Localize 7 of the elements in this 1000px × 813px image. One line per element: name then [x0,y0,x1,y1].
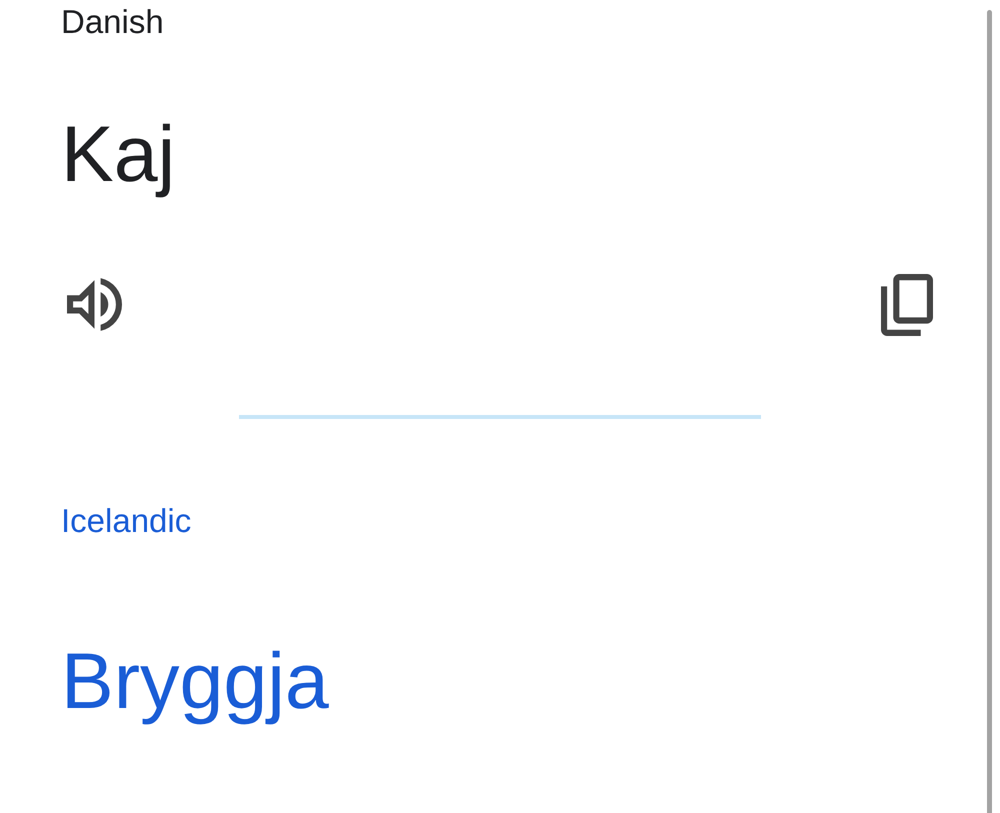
source-language-label: Danish [61,3,164,41]
scrollbar-thumb[interactable] [987,10,992,813]
source-text: Kaj [61,108,176,200]
speaker-icon[interactable] [67,278,122,332]
copy-icon[interactable] [881,274,933,336]
target-language-label: Icelandic [61,502,192,540]
translated-text: Bryggja [61,636,329,727]
